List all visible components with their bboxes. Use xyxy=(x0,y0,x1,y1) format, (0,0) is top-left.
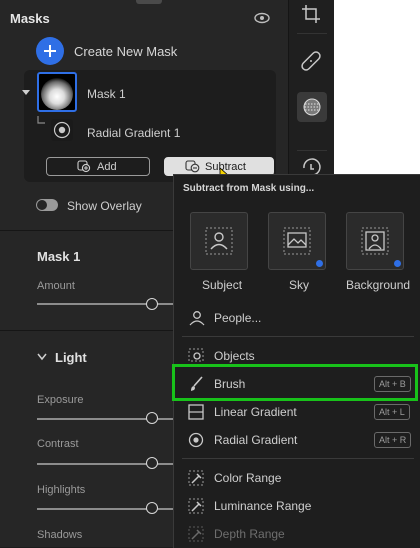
subject-tile[interactable] xyxy=(190,212,248,270)
divider xyxy=(297,33,327,34)
add-label: Add xyxy=(97,161,117,173)
divider xyxy=(297,150,327,151)
background-badge xyxy=(394,260,401,267)
mask-name[interactable]: Mask 1 xyxy=(87,87,126,101)
light-section-title[interactable]: Light xyxy=(55,350,87,365)
radial-gradient-label: Radial Gradient xyxy=(214,433,298,447)
eye-icon[interactable] xyxy=(254,12,270,24)
canvas-area xyxy=(334,0,420,175)
menu-divider xyxy=(182,458,414,459)
subtract-menu-header: Subtract from Mask using... xyxy=(183,183,315,194)
menu-item-luminance-range[interactable]: Luminance Range xyxy=(174,492,420,520)
background-tile[interactable] xyxy=(346,212,404,270)
menu-item-people[interactable]: People... xyxy=(174,304,420,332)
menu-item-linear-gradient[interactable]: Linear Gradient Alt + L xyxy=(174,398,420,426)
masking-tool-button[interactable] xyxy=(297,92,327,122)
background-icon xyxy=(361,227,389,255)
brush-highlight-annotation xyxy=(172,364,418,401)
contrast-label: Contrast xyxy=(37,438,79,450)
masking-icon xyxy=(303,98,321,116)
chevron-down-icon[interactable] xyxy=(37,353,47,361)
history-icon[interactable] xyxy=(301,158,321,174)
mask-section-title: Mask 1 xyxy=(37,249,81,264)
show-overlay-label[interactable]: Show Overlay xyxy=(67,199,142,213)
exposure-label: Exposure xyxy=(37,394,84,406)
add-button[interactable]: Add xyxy=(46,157,150,176)
linear-gradient-icon xyxy=(188,404,204,420)
show-overlay-toggle[interactable] xyxy=(36,199,58,211)
subject-tile-label[interactable]: Subject xyxy=(202,278,242,292)
subject-icon xyxy=(205,227,233,255)
menu-item-radial-gradient[interactable]: Radial Gradient Alt + R xyxy=(174,426,420,454)
depth-range-icon xyxy=(188,526,204,542)
mask-thumbnail[interactable] xyxy=(37,72,77,112)
amount-slider-knob[interactable] xyxy=(146,298,158,310)
people-label: People... xyxy=(214,311,262,325)
create-new-mask-label[interactable]: Create New Mask xyxy=(74,44,177,59)
healing-icon[interactable] xyxy=(301,51,321,71)
radial-gradient-shortcut: Alt + R xyxy=(374,432,412,448)
exposure-slider-knob[interactable] xyxy=(146,412,158,424)
subtract-mask-icon xyxy=(185,160,200,173)
subtract-menu: Subtract from Mask using... Subject Sky … xyxy=(173,174,420,548)
plus-icon-vertical xyxy=(49,45,51,57)
menu-divider xyxy=(182,336,414,337)
radial-gradient-icon xyxy=(188,432,204,448)
highlights-slider-knob[interactable] xyxy=(146,502,158,514)
radial-gradient-thumb[interactable] xyxy=(51,119,73,141)
menu-item-depth-range: Depth Range xyxy=(174,520,420,548)
create-new-mask-button[interactable] xyxy=(36,37,64,65)
linear-gradient-label: Linear Gradient xyxy=(214,405,297,419)
color-range-icon xyxy=(188,470,204,486)
crop-icon[interactable] xyxy=(301,4,321,24)
color-range-label: Color Range xyxy=(214,471,282,485)
objects-icon xyxy=(188,348,204,362)
highlights-label: Highlights xyxy=(37,484,86,496)
drag-handle[interactable] xyxy=(136,0,162,4)
add-mask-icon xyxy=(77,160,91,173)
sky-tile[interactable] xyxy=(268,212,326,270)
menu-item-color-range[interactable]: Color Range xyxy=(174,464,420,492)
linear-gradient-shortcut: Alt + L xyxy=(374,404,410,420)
hierarchy-line-icon xyxy=(37,116,45,124)
contrast-slider-knob[interactable] xyxy=(146,457,158,469)
masks-title: Masks xyxy=(10,11,50,26)
depth-range-label: Depth Range xyxy=(214,527,285,541)
radial-preview xyxy=(41,78,73,110)
sky-badge xyxy=(316,260,323,267)
objects-label: Objects xyxy=(214,349,255,363)
sky-icon xyxy=(283,227,311,255)
sky-tile-label[interactable]: Sky xyxy=(289,278,309,292)
amount-label: Amount xyxy=(37,280,75,292)
mask-card: Mask 1 Radial Gradient 1 Add Subtract xyxy=(22,70,276,183)
chevron-down-icon[interactable] xyxy=(22,90,30,95)
luminance-range-label: Luminance Range xyxy=(214,499,312,513)
luminance-range-icon xyxy=(188,498,204,514)
background-tile-label[interactable]: Background xyxy=(346,278,410,292)
people-icon xyxy=(189,311,205,326)
toggle-knob xyxy=(37,200,47,210)
radial-gradient-component-icon xyxy=(53,121,71,139)
shadows-label: Shadows xyxy=(37,529,83,541)
component-name[interactable]: Radial Gradient 1 xyxy=(87,126,180,140)
